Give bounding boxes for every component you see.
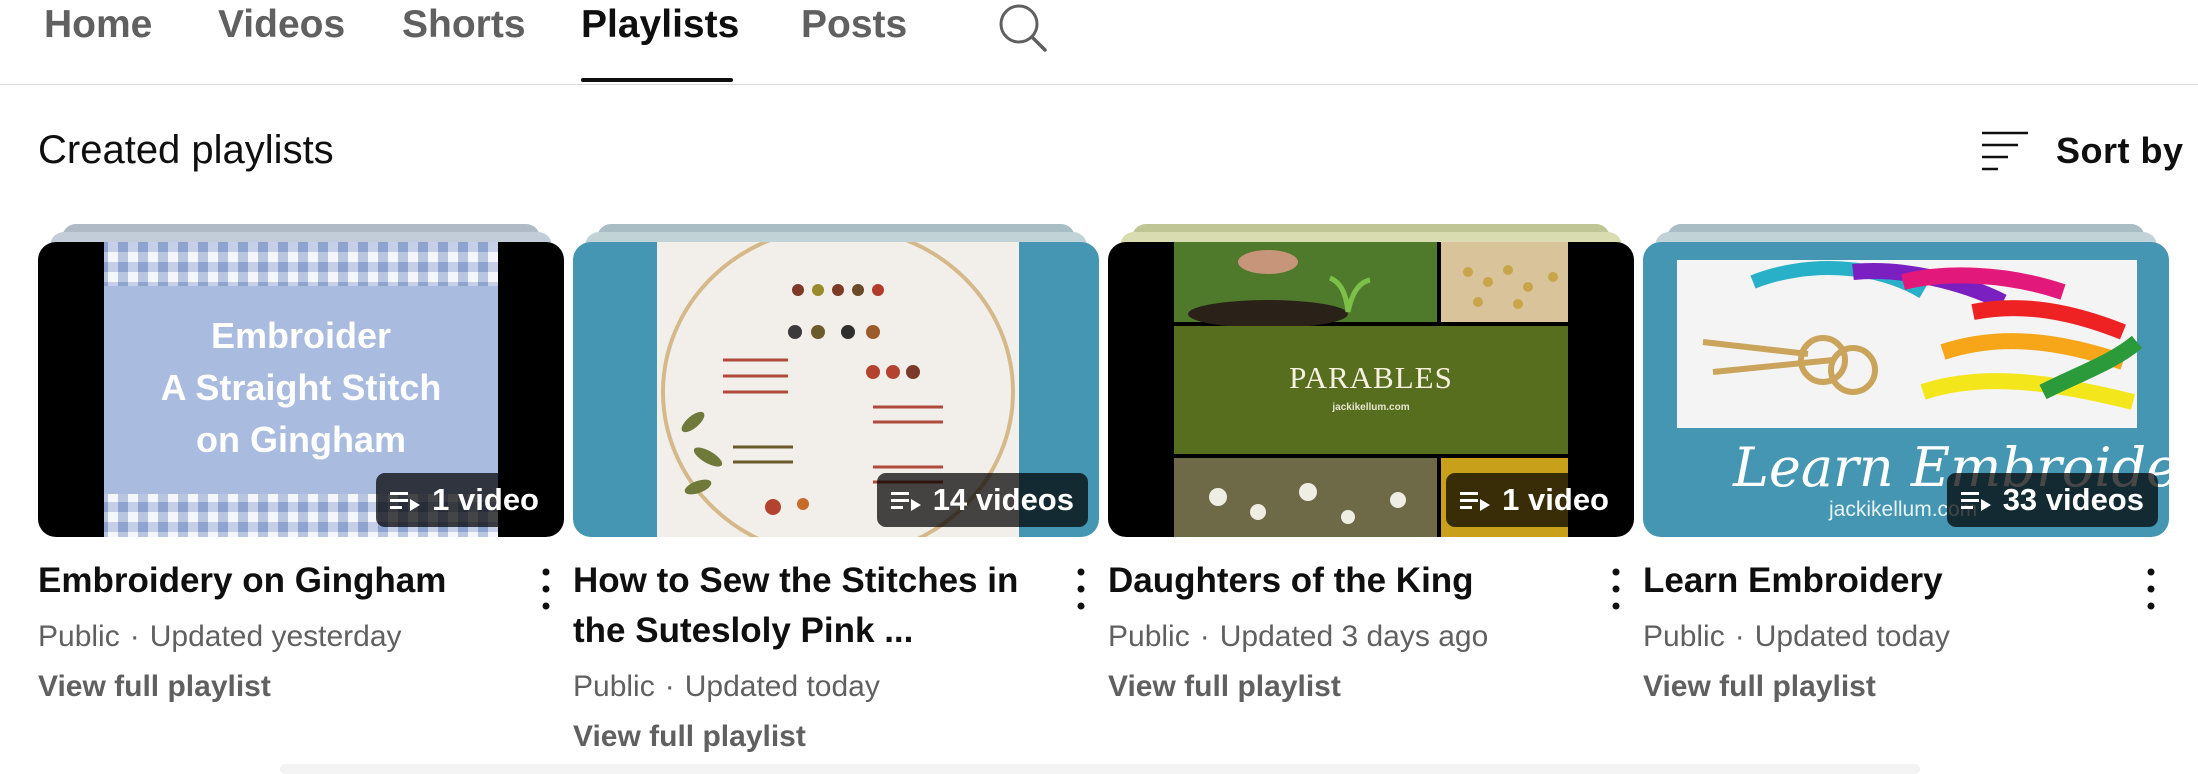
more-vertical-icon[interactable] — [1069, 564, 1093, 614]
sort-button[interactable]: Sort by — [1980, 126, 2184, 176]
title-line: How to Sew the Stitches in — [573, 561, 1019, 600]
updated-time: Updated today — [684, 670, 880, 703]
section-title: Created playlists — [38, 128, 334, 172]
tab-playlists[interactable]: Playlists — [581, 0, 739, 85]
sort-label: Sort by — [2056, 130, 2184, 171]
playlist-card: Embroider A Straight Stitch on Gingham 1… — [38, 220, 564, 760]
visibility: Public — [573, 670, 655, 703]
video-count: 1 video — [1502, 482, 1609, 517]
thumbnail-text-line: A Straight Stitch — [160, 367, 442, 408]
playlist-title[interactable]: Daughters of the King — [1108, 556, 1558, 606]
channel-tabs: Home Videos Shorts Playlists Posts — [0, 0, 2198, 85]
video-count-badge: 1 video — [1446, 473, 1623, 527]
playlist-meta: Public · Updated today — [1643, 620, 1950, 653]
playlist-icon — [390, 492, 421, 511]
playlist-card: Learn Embroidery jackikellum.com 33 vide… — [1643, 220, 2169, 760]
visibility: Public — [1643, 620, 1725, 653]
thumbnail-text: PARABLES — [1289, 360, 1453, 395]
playlist-meta: Public · Updated 3 days ago — [1108, 620, 1489, 653]
visibility: Public — [38, 620, 120, 653]
video-count: 1 video — [432, 482, 539, 517]
playlist-card: PARABLES jackikellum.com 1 video Daughte… — [1108, 220, 1634, 760]
title-line: Daughters of the King — [1108, 561, 1474, 600]
view-full-playlist-link[interactable]: View full playlist — [1643, 670, 1876, 704]
thumbnail-subtext: jackikellum.com — [1332, 402, 1410, 413]
playlist-title[interactable]: How to Sew the Stitches in the Sutesloly… — [573, 556, 1023, 656]
thumbnail-text-line: on Gingham — [196, 419, 406, 460]
thumbnail-text-line: Embroider — [210, 315, 392, 356]
playlist-meta: Public · Updated today — [573, 670, 880, 703]
updated-time: Updated 3 days ago — [1219, 620, 1489, 653]
view-full-playlist-link[interactable]: View full playlist — [38, 670, 271, 704]
video-count: 14 videos — [932, 482, 1074, 517]
playlist-title[interactable]: Embroidery on Gingham — [38, 556, 488, 606]
title-line: Learn Embroidery — [1643, 561, 1943, 600]
updated-time: Updated yesterday — [149, 620, 402, 653]
view-full-playlist-link[interactable]: View full playlist — [1108, 670, 1341, 704]
tab-home[interactable]: Home — [44, 0, 152, 85]
video-count-badge: 14 videos — [876, 473, 1088, 527]
tab-videos[interactable]: Videos — [218, 0, 345, 85]
playlist-meta: Public · Updated yesterday — [38, 620, 402, 653]
title-line: Embroidery on Gingham — [38, 561, 447, 600]
more-vertical-icon[interactable] — [2139, 564, 2163, 614]
playlist-title[interactable]: Learn Embroidery — [1643, 556, 2093, 606]
playlist-thumbnail[interactable]: PARABLES jackikellum.com 1 video — [1108, 242, 1634, 537]
thumbnail-text: Embroider A Straight Stitch on Gingham — [104, 310, 498, 466]
view-full-playlist-link[interactable]: View full playlist — [573, 720, 806, 754]
tab-posts[interactable]: Posts — [801, 0, 907, 85]
search-icon[interactable] — [997, 2, 1049, 54]
playlist-thumbnail[interactable]: Learn Embroidery jackikellum.com 33 vide… — [1643, 242, 2169, 537]
playlist-card: 14 videos How to Sew the Stitches in the… — [573, 220, 1099, 760]
tab-shorts[interactable]: Shorts — [402, 0, 526, 85]
sort-icon — [1982, 131, 2028, 171]
active-tab-indicator — [581, 78, 733, 82]
scroll-shadow — [280, 764, 1920, 774]
playlist-icon — [1960, 492, 1991, 511]
more-vertical-icon[interactable] — [1604, 564, 1628, 614]
playlist-icon — [1460, 492, 1491, 511]
title-line: the Sutesloly Pink ... — [573, 611, 914, 650]
more-vertical-icon[interactable] — [534, 564, 558, 614]
video-count-badge: 1 video — [376, 473, 553, 527]
playlist-icon — [890, 492, 921, 511]
playlist-thumbnail[interactable]: 14 videos — [573, 242, 1099, 537]
updated-time: Updated today — [1754, 620, 1950, 653]
visibility: Public — [1108, 620, 1190, 653]
playlist-thumbnail[interactable]: Embroider A Straight Stitch on Gingham 1… — [38, 242, 564, 537]
video-count-badge: 33 videos — [1946, 473, 2158, 527]
video-count: 33 videos — [2002, 482, 2144, 517]
